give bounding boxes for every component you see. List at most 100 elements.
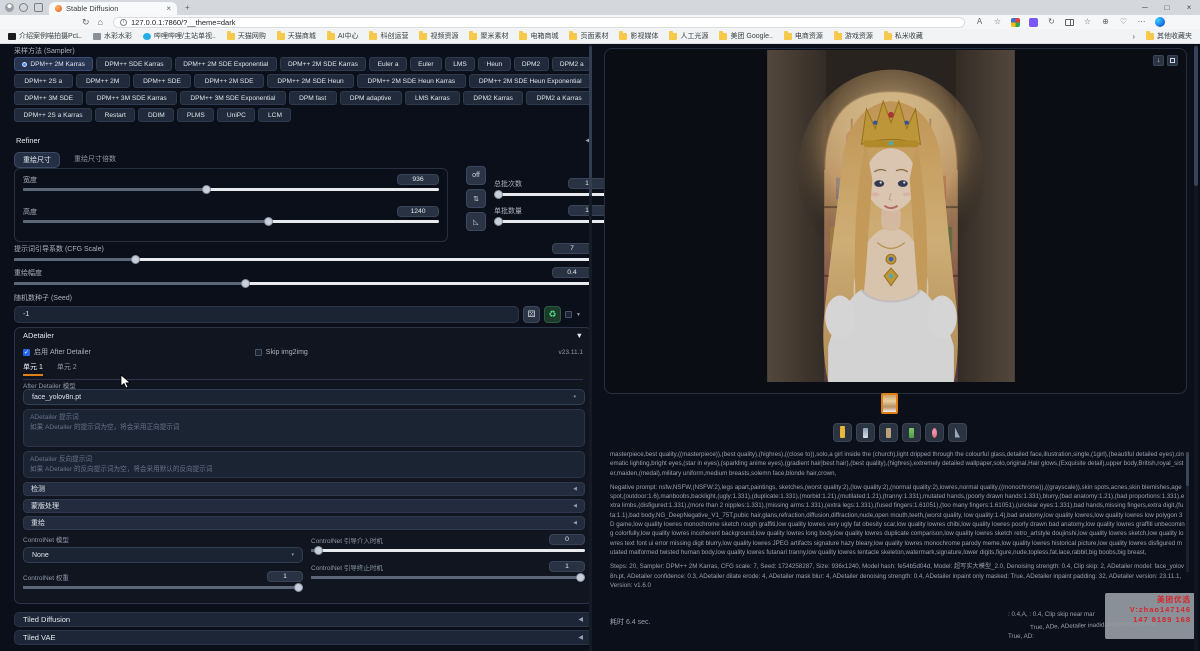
- bookmark-item[interactable]: 影视媒体: [619, 31, 658, 41]
- toolbar-icon[interactable]: [1065, 19, 1074, 26]
- bookmark-item[interactable]: 游戏资源: [834, 31, 873, 41]
- sampler-option[interactable]: DPM++ 2M SDE Heun: [267, 74, 354, 88]
- sampler-option[interactable]: Euler: [410, 57, 442, 71]
- bookmark-item[interactable]: 介绍案例喵拍摄PcL.: [8, 31, 82, 41]
- sampler-option[interactable]: DPM++ 2M SDE Exponential: [175, 57, 277, 71]
- cfg-slider[interactable]: [14, 258, 592, 261]
- bookmark-item[interactable]: 电箱商城: [519, 31, 558, 41]
- bookmark-item[interactable]: 人工光源: [669, 31, 708, 41]
- tiled-diffusion-accordion[interactable]: Tiled Diffusion ◀: [14, 612, 592, 627]
- sampler-option-selected[interactable]: DPM++ 2M Karras: [14, 57, 93, 71]
- controlnet-model-dropdown[interactable]: None ▾: [23, 547, 303, 563]
- output-action-button[interactable]: [856, 423, 875, 442]
- skip-img2img-checkbox[interactable]: [255, 349, 262, 356]
- bookmark-item[interactable]: 视频资源: [419, 31, 458, 41]
- bookmark-item[interactable]: 水彩水彩: [93, 31, 132, 41]
- swap-dimensions-icon[interactable]: ⇅: [466, 189, 486, 208]
- toolbar-icon[interactable]: A: [975, 18, 984, 26]
- bookmark-item[interactable]: 电商资源: [784, 31, 823, 41]
- tab-close-icon[interactable]: ×: [166, 5, 171, 13]
- controlnet-start-value[interactable]: 0: [549, 534, 585, 545]
- sampler-option[interactable]: Restart: [95, 108, 135, 122]
- sampler-option[interactable]: DPM++ 2M: [76, 74, 130, 88]
- sampler-option[interactable]: LCM: [258, 108, 291, 122]
- bookmark-item[interactable]: 科创运营: [369, 31, 408, 41]
- sampler-option[interactable]: DPM++ 3M SDE Exponential: [180, 91, 286, 105]
- extra-seed-checkbox[interactable]: [565, 311, 572, 318]
- sampler-option[interactable]: DPM adaptive: [340, 91, 402, 105]
- sampler-option[interactable]: DDIM: [138, 108, 174, 122]
- controlnet-end-value[interactable]: 1: [549, 561, 585, 572]
- refresh-icon[interactable]: ↻: [82, 17, 90, 28]
- toolbar-icon[interactable]: ☆: [993, 18, 1002, 26]
- sampler-option[interactable]: Euler a: [369, 57, 407, 71]
- tab-resize-by[interactable]: 重绘尺寸倍数: [66, 152, 124, 168]
- controlnet-weight-slider[interactable]: [23, 586, 303, 589]
- sampler-option[interactable]: DPM++ 3M SDE Karras: [86, 91, 177, 105]
- bookmark-item[interactable]: 天猫网购: [227, 31, 266, 41]
- fullscreen-icon[interactable]: [1167, 55, 1178, 66]
- controlnet-weight-value[interactable]: 1: [267, 571, 303, 582]
- sampler-option[interactable]: DPM++ 2M SDE: [194, 74, 264, 88]
- adetailer-negative-textarea[interactable]: ADetailer 反向提示词 如果 ADetailer 的反向提示词为空，将会…: [23, 451, 585, 478]
- height-slider[interactable]: [23, 220, 439, 223]
- tiled-vae-accordion[interactable]: Tiled VAE ◀: [14, 630, 592, 645]
- bookmark-item[interactable]: 页面素材: [569, 31, 608, 41]
- sampler-option[interactable]: LMS Karras: [405, 91, 460, 105]
- output-action-button[interactable]: [879, 423, 898, 442]
- refiner-accordion[interactable]: Refiner ◀: [14, 133, 592, 148]
- toolbar-icon[interactable]: ⊕: [1101, 18, 1110, 26]
- mask-processing-accordion[interactable]: 蒙版处理 ◀: [23, 499, 585, 513]
- batch-count-value[interactable]: 1: [568, 178, 606, 189]
- cfg-value[interactable]: 7: [552, 243, 592, 254]
- adetailer-tab-unit2[interactable]: 单元 2: [57, 362, 77, 376]
- seed-input[interactable]: -1: [14, 306, 519, 323]
- toolbar-icon[interactable]: [1029, 18, 1038, 27]
- bookmarks-overflow-icon[interactable]: ›: [1132, 32, 1135, 41]
- maximize-button[interactable]: □: [1156, 0, 1178, 15]
- bookmark-item[interactable]: 私米收藏: [884, 31, 923, 41]
- enable-adetailer-checkbox[interactable]: ✓: [23, 349, 30, 356]
- toolbar-icon[interactable]: ♡: [1119, 18, 1128, 26]
- sampler-option[interactable]: DPM++ 2S a: [14, 74, 73, 88]
- sampler-option[interactable]: UniPC: [217, 108, 255, 122]
- profile-avatar-icon[interactable]: [5, 3, 14, 12]
- bookmark-item[interactable]: 哔哩哔哩/主站单视..: [143, 31, 216, 41]
- detection-accordion[interactable]: 检测 ◀: [23, 482, 585, 496]
- sampler-option[interactable]: DPM++ SDE: [133, 74, 192, 88]
- sampler-option[interactable]: PLMS: [177, 108, 214, 122]
- controlnet-end-slider[interactable]: [311, 576, 585, 579]
- output-action-button[interactable]: [833, 423, 852, 442]
- sampler-option[interactable]: DPM2 Karras: [463, 91, 523, 105]
- download-image-icon[interactable]: ↓: [1153, 55, 1164, 66]
- sampler-option[interactable]: DPM++ SDE Karras: [96, 57, 172, 71]
- toolbar-icon[interactable]: [1011, 18, 1020, 27]
- tab-search-icon[interactable]: [19, 3, 28, 12]
- random-seed-dice-icon[interactable]: ⚄: [523, 306, 540, 323]
- bookmark-item[interactable]: 聚米素材: [469, 31, 508, 41]
- home-icon[interactable]: ⌂: [98, 17, 103, 27]
- adetailer-prompt-textarea[interactable]: ADetailer 提示词 如果 ADetailer 的提示词为空，将会采用正向…: [23, 409, 585, 447]
- sampler-option[interactable]: DPM fast: [289, 91, 337, 105]
- adetailer-tab-unit1[interactable]: 单元 1: [23, 362, 43, 376]
- output-action-button[interactable]: [948, 423, 967, 442]
- minimize-button[interactable]: ─: [1134, 0, 1156, 15]
- page-scrollbar[interactable]: [1194, 44, 1198, 651]
- sampler-option[interactable]: DPM++ 2M SDE Heun Karras: [357, 74, 465, 88]
- close-button[interactable]: ×: [1178, 0, 1200, 15]
- triangle-ruler-icon[interactable]: ◺: [466, 212, 486, 231]
- denoise-slider[interactable]: [14, 282, 592, 285]
- sampler-option[interactable]: DPM++ 2M SDE Heun Exponential: [469, 74, 592, 88]
- gallery-thumbnail-selected[interactable]: [881, 393, 898, 414]
- address-bar[interactable]: i 127.0.0.1:7860/?__theme=dark: [113, 17, 965, 28]
- denoise-value[interactable]: 0.4: [552, 267, 592, 278]
- toolbar-icon[interactable]: [1155, 17, 1165, 27]
- sampler-option[interactable]: DPM2 a: [552, 57, 592, 71]
- sampler-option[interactable]: Heun: [478, 57, 510, 71]
- toolbar-icon[interactable]: ⋯: [1137, 18, 1146, 26]
- sampler-option[interactable]: DPM2: [514, 57, 549, 71]
- adetailer-model-dropdown[interactable]: face_yolov8n.pt ▾: [23, 389, 585, 405]
- controlnet-start-slider[interactable]: [311, 549, 585, 552]
- tab-resize-to[interactable]: 重绘尺寸: [14, 152, 60, 168]
- sampler-option[interactable]: DPM2 a Karras: [526, 91, 592, 105]
